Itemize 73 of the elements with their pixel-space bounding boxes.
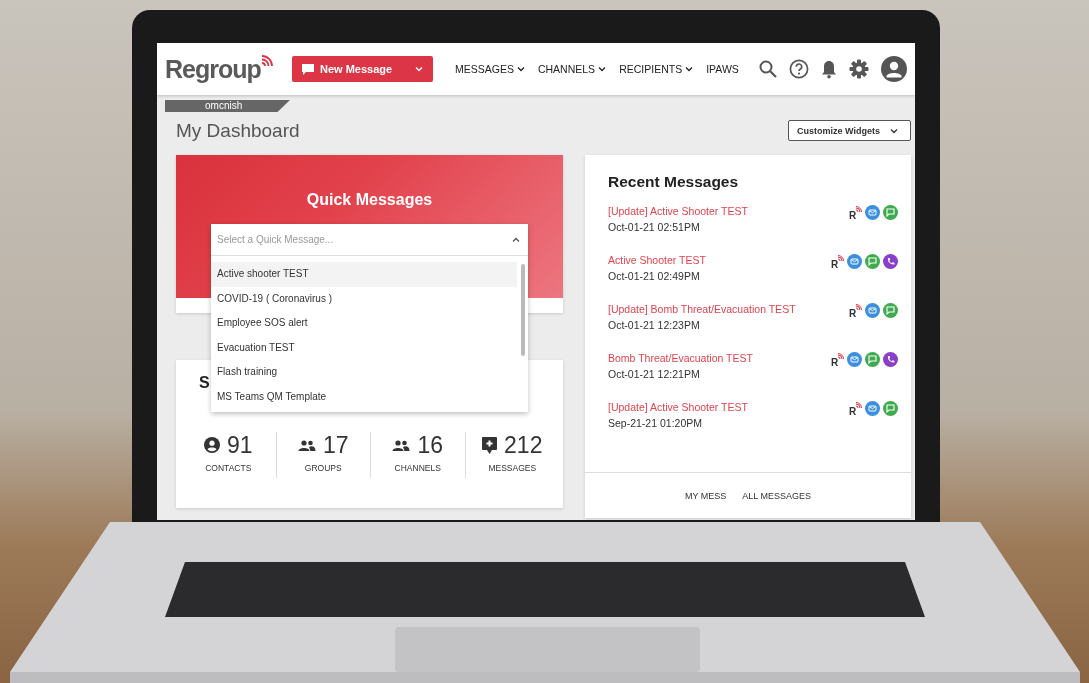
card-title: Recent Messages — [608, 173, 740, 191]
message-date: Oct-01-21 12:23PM — [608, 319, 701, 331]
chat-icon — [883, 401, 898, 416]
message-date: Oct-01-21 02:49PM — [608, 270, 701, 282]
caret-icon — [512, 236, 520, 243]
nav-link[interactable]: CHANNELS — [537, 63, 607, 75]
search-icon[interactable] — [759, 60, 777, 78]
stat-label: MESSAGES — [488, 463, 537, 473]
page-title: My Dashboard — [176, 119, 300, 142]
card-title: S — [199, 374, 211, 393]
avatar-icon[interactable] — [881, 56, 907, 82]
message-date: Oct-01-21 02:51PM — [608, 221, 701, 233]
caret-icon — [415, 66, 423, 72]
email-icon — [865, 205, 880, 220]
phone-icon — [883, 254, 898, 269]
chat-bubble-icon — [302, 63, 314, 75]
customize-widgets-button[interactable]: Customize Widgets — [788, 120, 911, 141]
chat-icon — [865, 254, 880, 269]
message-link[interactable]: [Update] Active Shooter TEST — [608, 401, 849, 413]
caret-icon — [516, 66, 525, 72]
nav-link[interactable]: MESSAGES — [455, 63, 525, 75]
scrollbar-thumb[interactable] — [520, 264, 525, 356]
nav-link[interactable]: RECIPIENTS — [619, 63, 694, 75]
message-link[interactable]: Active Shooter TEST — [608, 254, 831, 266]
email-icon — [847, 254, 862, 269]
message-link[interactable]: [Update] Bomb Threat/Evacuation TEST — [608, 303, 849, 315]
r-letter: R — [849, 405, 857, 415]
bell-icon[interactable] — [821, 59, 837, 79]
stat-value: 16 — [417, 432, 444, 458]
people-icon — [392, 439, 411, 451]
email-icon — [865, 303, 880, 318]
r-letter: R — [831, 356, 839, 366]
message-date: Sep-21-21 01:20PM — [608, 417, 703, 429]
message-link[interactable]: Bomb Threat/Evacuation TEST — [608, 352, 831, 364]
stat-label: CHANNELS — [394, 463, 441, 473]
dropdown-option[interactable]: COVID-19 ( Coronavirus ) — [211, 286, 517, 312]
stat-label: GROUPS — [304, 463, 342, 473]
footer-tab[interactable]: ALL MESSAGES — [742, 490, 811, 501]
r-letter: R — [849, 209, 857, 219]
caret-icon — [598, 66, 607, 72]
signal-icon — [260, 54, 273, 67]
help-icon[interactable] — [789, 59, 809, 79]
dropdown-option[interactable]: Flash training — [211, 360, 517, 385]
people-icon — [297, 439, 316, 451]
stat-value: 212 — [504, 432, 543, 458]
stat-value: 91 — [226, 432, 253, 458]
email-icon — [847, 352, 862, 367]
r-letter: R — [831, 258, 839, 268]
message-date: Oct-01-21 12:21PM — [608, 368, 701, 380]
r-letter: R — [849, 307, 857, 317]
caret-icon — [685, 66, 694, 72]
dropdown-option[interactable]: Employee SOS alert — [211, 311, 517, 336]
dropdown-option[interactable]: MS Teams QM Template — [211, 384, 517, 410]
settings-icon[interactable] — [849, 59, 869, 79]
stat-value: 17 — [322, 432, 349, 458]
stat-label: CONTACTS — [205, 463, 252, 473]
new-message-button[interactable]: New Message — [292, 56, 433, 82]
logo: Regroup — [165, 54, 261, 84]
caret-icon — [889, 127, 898, 134]
message-link[interactable]: [Update] Active Shooter TEST — [608, 205, 849, 217]
phone-icon — [883, 352, 898, 367]
dropdown-option[interactable]: Active shooter TEST — [211, 262, 517, 287]
chat-icon — [865, 352, 880, 367]
footer-tab[interactable]: MY MESS — [684, 490, 727, 501]
chat-icon — [883, 303, 898, 318]
quick-message-select[interactable]: Select a Quick Message... — [217, 234, 512, 245]
person-circle-icon — [203, 437, 220, 453]
dropdown-option[interactable]: Evacuation TEST — [211, 335, 517, 361]
email-icon — [865, 401, 880, 416]
chat-icon — [883, 205, 898, 220]
message-plus-icon — [482, 436, 498, 454]
card-title: Quick Messages — [306, 191, 433, 210]
nav-link[interactable]: IPAWS — [706, 63, 739, 75]
